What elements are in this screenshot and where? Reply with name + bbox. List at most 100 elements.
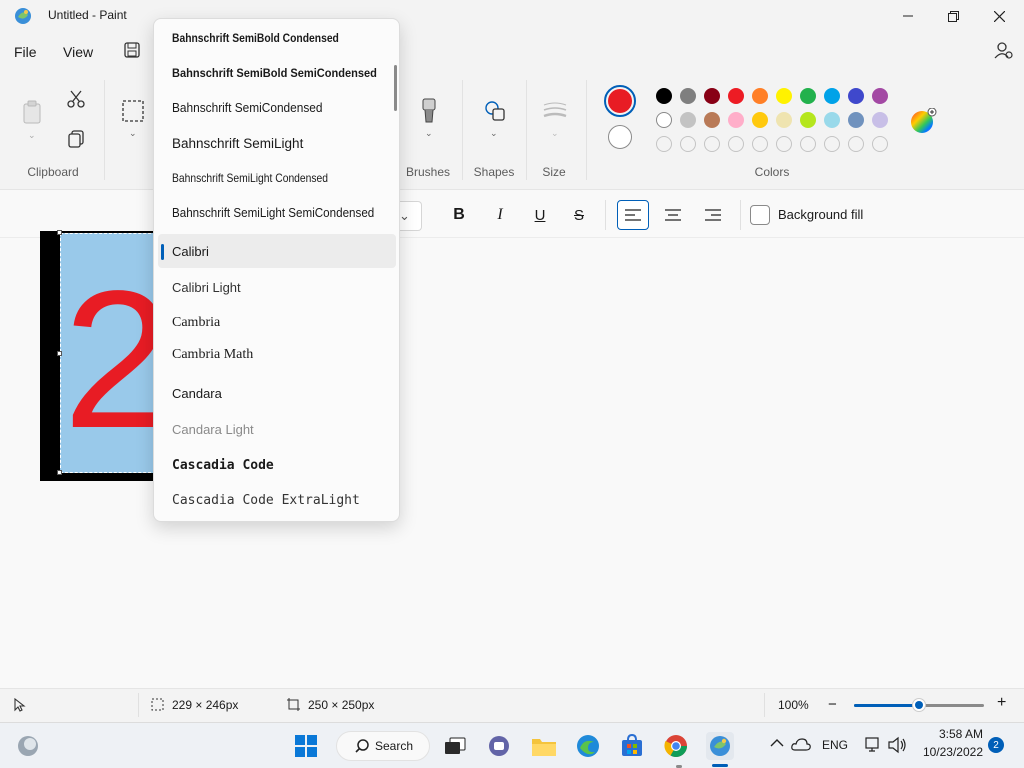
resize-handle[interactable]: [57, 230, 62, 235]
input-language-indicator[interactable]: ENG: [822, 738, 848, 752]
palette-color-swatch[interactable]: [656, 88, 672, 104]
shapes-chevron-down-icon[interactable]: ⌄: [490, 128, 498, 139]
edit-colors-icon[interactable]: [910, 107, 938, 139]
clock-date[interactable]: 10/23/2022: [913, 745, 983, 759]
resize-handle[interactable]: [57, 470, 62, 475]
select-chevron-down-icon[interactable]: ⌄: [129, 128, 137, 139]
copy-icon[interactable]: [68, 130, 84, 151]
text-selection-box[interactable]: 2: [60, 233, 156, 473]
stroke-size-icon[interactable]: [543, 102, 567, 123]
font-option[interactable]: Calibri Light: [158, 270, 396, 304]
brush-icon[interactable]: [420, 98, 438, 127]
font-option[interactable]: Bahnschrift SemiLight: [158, 126, 396, 160]
custom-color-empty-slot[interactable]: [656, 136, 672, 152]
shapes-icon[interactable]: [484, 100, 506, 125]
font-option[interactable]: Cascadia Code: [158, 448, 396, 482]
palette-color-swatch[interactable]: [656, 112, 672, 128]
font-option[interactable]: Bahnschrift SemiCondensed: [158, 91, 396, 125]
align-right-button[interactable]: [697, 200, 729, 230]
palette-color-swatch[interactable]: [728, 112, 744, 128]
paint-taskbar-icon[interactable]: [706, 732, 734, 760]
underline-button[interactable]: U: [524, 200, 556, 230]
custom-color-empty-slot[interactable]: [800, 136, 816, 152]
notification-badge[interactable]: 2: [988, 737, 1004, 753]
save-icon[interactable]: [124, 42, 140, 61]
custom-color-empty-slot[interactable]: [704, 136, 720, 152]
palette-color-swatch[interactable]: [848, 88, 864, 104]
dropdown-scrollbar[interactable]: [394, 65, 397, 111]
font-option[interactable]: Cascadia Code ExtraLight: [158, 483, 396, 517]
select-icon[interactable]: [122, 100, 144, 125]
chrome-browser-icon[interactable]: [662, 732, 690, 760]
zoom-out-icon[interactable]: −: [828, 696, 837, 713]
font-option[interactable]: Bahnschrift SemiBold Condensed: [158, 21, 396, 55]
network-icon[interactable]: [864, 736, 882, 757]
edge-browser-icon[interactable]: [574, 732, 602, 760]
palette-color-swatch[interactable]: [872, 112, 888, 128]
custom-color-empty-slot[interactable]: [728, 136, 744, 152]
account-icon[interactable]: [994, 41, 1014, 64]
secondary-color-swatch[interactable]: [608, 125, 632, 149]
font-option[interactable]: Calibri: [158, 234, 396, 268]
volume-icon[interactable]: [887, 736, 907, 757]
microsoft-store-icon[interactable]: [618, 732, 646, 760]
bold-button[interactable]: B: [443, 200, 475, 230]
onedrive-cloud-icon[interactable]: [791, 737, 811, 754]
resize-handle[interactable]: [57, 351, 62, 356]
palette-color-swatch[interactable]: [824, 88, 840, 104]
palette-color-swatch[interactable]: [704, 112, 720, 128]
view-menu[interactable]: View: [63, 44, 93, 60]
font-option[interactable]: Bahnschrift SemiLight SemiCondensed: [158, 196, 396, 230]
palette-color-swatch[interactable]: [752, 88, 768, 104]
maximize-button[interactable]: [930, 0, 976, 32]
task-view-icon[interactable]: [441, 732, 469, 760]
palette-color-swatch[interactable]: [680, 88, 696, 104]
font-option[interactable]: Candara Light: [158, 412, 396, 446]
palette-color-swatch[interactable]: [704, 88, 720, 104]
zoom-level[interactable]: 100%: [778, 698, 809, 712]
font-option[interactable]: Candara: [158, 376, 396, 410]
close-button[interactable]: [976, 0, 1022, 32]
custom-color-empty-slot[interactable]: [872, 136, 888, 152]
file-menu[interactable]: File: [14, 44, 37, 60]
clock-time[interactable]: 3:58 AM: [921, 727, 983, 741]
custom-color-empty-slot[interactable]: [848, 136, 864, 152]
zoom-slider-track[interactable]: [854, 698, 984, 712]
paste-icon[interactable]: [22, 100, 42, 127]
custom-color-empty-slot[interactable]: [752, 136, 768, 152]
custom-color-empty-slot[interactable]: [824, 136, 840, 152]
font-option[interactable]: Cambria: [158, 306, 396, 340]
align-left-button[interactable]: [617, 200, 649, 230]
font-option[interactable]: Bahnschrift SemiBold SemiCondensed: [158, 56, 396, 90]
file-explorer-icon[interactable]: [530, 732, 558, 760]
palette-color-swatch[interactable]: [728, 88, 744, 104]
custom-color-empty-slot[interactable]: [680, 136, 696, 152]
strikethrough-button[interactable]: S: [563, 200, 595, 230]
palette-color-swatch[interactable]: [776, 88, 792, 104]
palette-color-swatch[interactable]: [872, 88, 888, 104]
font-family-dropdown[interactable]: Bahnschrift SemiBold Condensed Bahnschrif…: [153, 18, 400, 522]
palette-color-swatch[interactable]: [800, 112, 816, 128]
background-fill-checkbox[interactable]: [750, 205, 770, 225]
font-option[interactable]: Bahnschrift SemiLight Condensed: [158, 161, 396, 195]
italic-button[interactable]: I: [484, 200, 516, 230]
align-center-button[interactable]: [657, 200, 689, 230]
start-windows-icon[interactable]: [292, 732, 320, 760]
palette-color-swatch[interactable]: [800, 88, 816, 104]
palette-color-swatch[interactable]: [776, 112, 792, 128]
size-chevron-down-icon[interactable]: ⌄: [551, 128, 559, 139]
taskbar-search-box[interactable]: Search: [336, 731, 430, 761]
zoom-in-icon[interactable]: +: [997, 694, 1006, 712]
palette-color-swatch[interactable]: [848, 112, 864, 128]
teams-chat-icon[interactable]: [485, 732, 513, 760]
weather-icon[interactable]: [14, 732, 42, 760]
palette-color-swatch[interactable]: [680, 112, 696, 128]
palette-color-swatch[interactable]: [752, 112, 768, 128]
show-hidden-icons-chevron-up-icon[interactable]: [770, 736, 784, 751]
cut-icon[interactable]: [67, 90, 85, 111]
font-option[interactable]: Cambria Math: [158, 338, 396, 372]
palette-color-swatch[interactable]: [824, 112, 840, 128]
zoom-slider-thumb[interactable]: [912, 698, 926, 712]
minimize-button[interactable]: [885, 0, 931, 32]
primary-color-selector[interactable]: [604, 85, 636, 117]
